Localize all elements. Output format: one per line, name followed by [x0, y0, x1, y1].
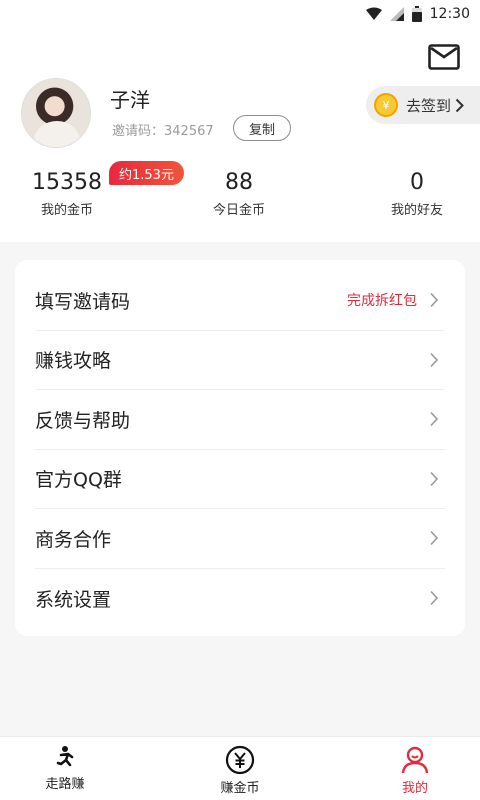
stat-today-coins[interactable]: 88 今日金币: [194, 170, 284, 218]
username: 子洋: [110, 88, 150, 112]
chevron-right-icon: [430, 531, 439, 546]
today-coins-value: 88: [225, 170, 253, 195]
yuan-coin-icon: [225, 745, 255, 775]
bottom-tab-bar: 走路赚 赚金币 我的: [0, 736, 480, 800]
status-bar: 12:30: [0, 0, 480, 28]
my-friends-value: 0: [410, 170, 424, 195]
chevron-right-icon: [430, 352, 439, 367]
tab-label: 赚金币: [220, 781, 260, 796]
chevron-right-icon: [430, 412, 439, 427]
menu-item-label: 官方QQ群: [35, 469, 122, 492]
stat-my-friends[interactable]: 0 我的好友: [378, 170, 456, 218]
chevron-right-icon: [430, 591, 439, 606]
tab-label: 我的: [401, 781, 428, 796]
my-coins-label: 我的金币: [40, 203, 93, 218]
checkin-button[interactable]: ¥ 去签到: [366, 86, 480, 124]
tab-walk-earn[interactable]: 走路赚: [20, 745, 110, 792]
menu-item-label: 商务合作: [35, 528, 112, 551]
menu-item-qq-group[interactable]: 官方QQ群: [35, 450, 445, 509]
chevron-right-icon: [430, 471, 439, 486]
battery-icon: [411, 6, 422, 22]
avatar[interactable]: [21, 78, 91, 148]
runner-icon: [56, 746, 74, 767]
tab-earn-coins[interactable]: 赚金币: [195, 745, 285, 796]
tab-label: 走路赚: [45, 777, 85, 792]
today-coins-label: 今日金币: [212, 203, 265, 218]
red-packet-hint: 完成拆红包: [347, 293, 417, 310]
menu-item-earning-guide[interactable]: 赚钱攻略: [35, 331, 445, 390]
menu-item-invite-code[interactable]: 填写邀请码 完成拆红包: [35, 271, 445, 331]
wifi-icon: [365, 7, 382, 20]
menu-card: 填写邀请码 完成拆红包 赚钱攻略 反馈与帮助 官方QQ群 商务合作 系统设置: [15, 260, 465, 636]
coin-icon: ¥: [374, 93, 398, 117]
user-icon: [401, 746, 429, 774]
stat-my-coins[interactable]: 15358 我的金币: [22, 170, 112, 218]
checkin-label: 去签到: [406, 96, 452, 115]
coins-value-badge: 约1.53元: [109, 161, 184, 185]
invite-code: 邀请码：342567: [112, 124, 214, 139]
chevron-right-icon: [430, 293, 439, 308]
tab-mine[interactable]: 我的: [370, 745, 460, 796]
profile-header: 子洋 邀请码：342567 复制 ¥ 去签到 15358 我的金币 约1.53元…: [0, 28, 480, 242]
mail-icon[interactable]: [428, 44, 460, 70]
copy-button[interactable]: 复制: [233, 115, 291, 141]
chevron-right-icon: [455, 98, 464, 112]
clock: 12:30: [429, 6, 470, 22]
my-friends-label: 我的好友: [390, 203, 443, 218]
menu-item-feedback-help[interactable]: 反馈与帮助: [35, 390, 445, 450]
menu-item-business[interactable]: 商务合作: [35, 509, 445, 569]
menu-item-label: 反馈与帮助: [35, 409, 131, 432]
menu-item-label: 填写邀请码: [35, 290, 131, 313]
menu-item-label: 赚钱攻略: [35, 350, 112, 373]
menu-item-settings[interactable]: 系统设置: [35, 569, 445, 629]
my-coins-value: 15358: [32, 170, 102, 195]
signal-icon: [389, 7, 404, 21]
menu-item-label: 系统设置: [35, 588, 112, 611]
